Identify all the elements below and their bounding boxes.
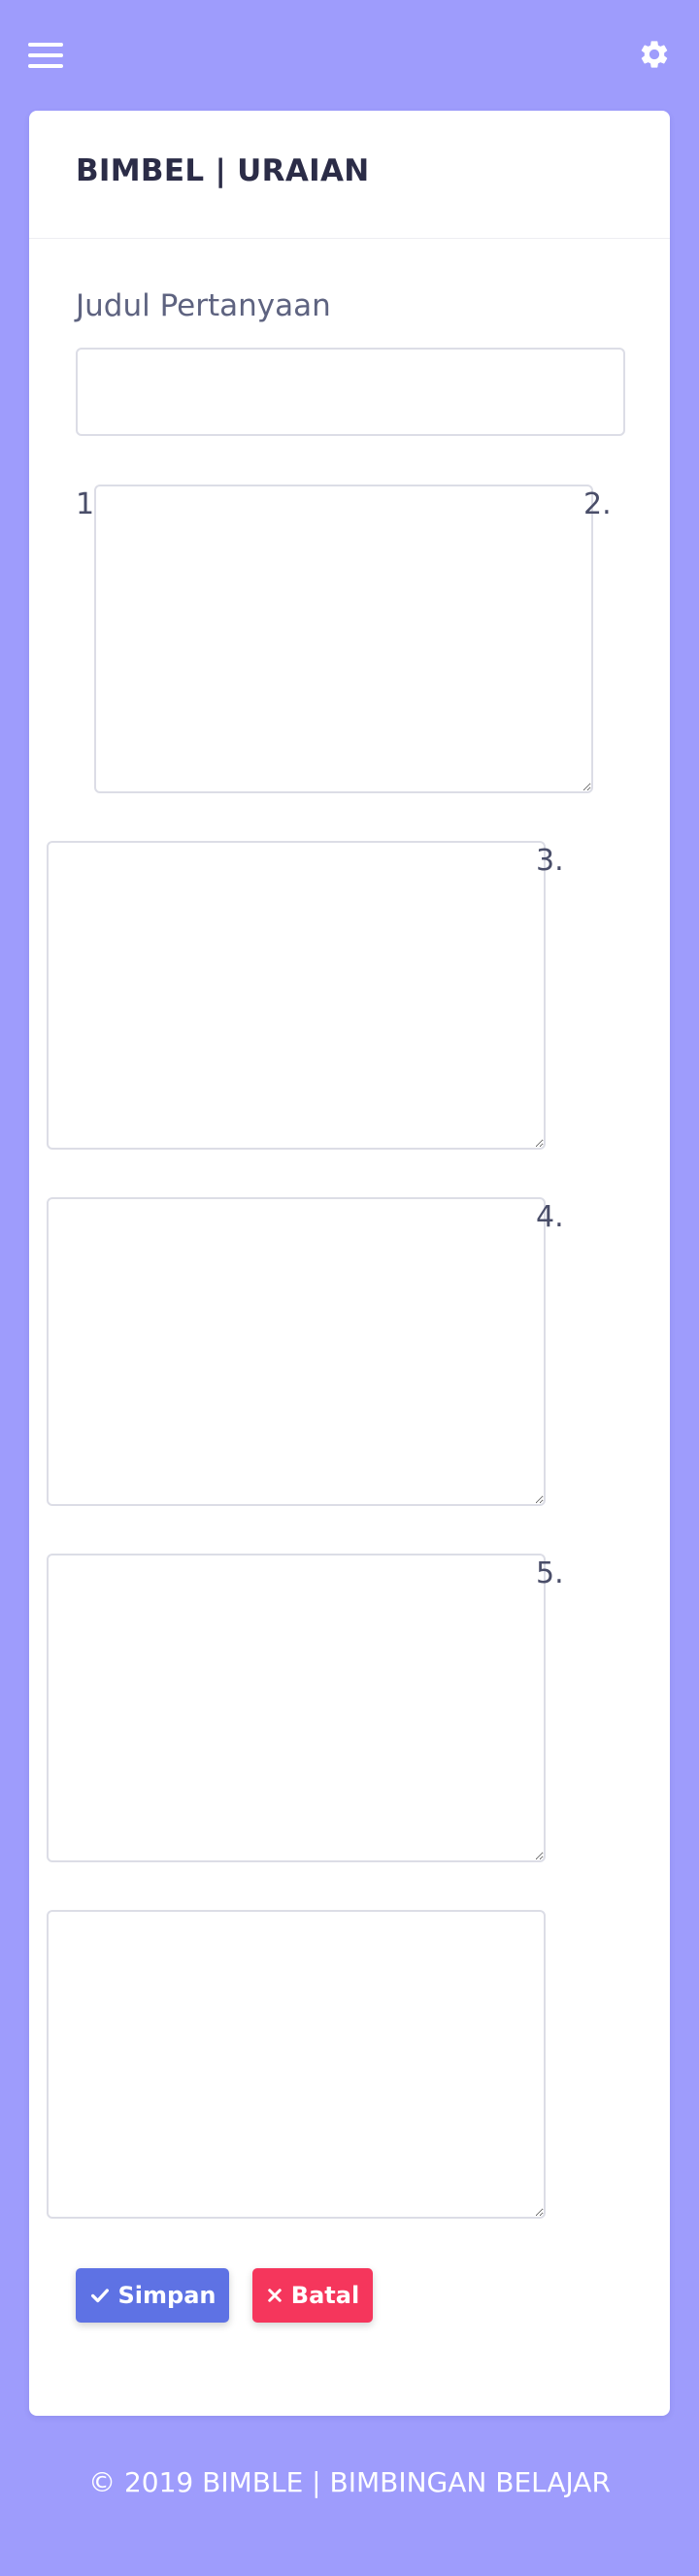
answer-textarea-1[interactable]	[94, 485, 593, 793]
question-title-label: Judul Pertanyaan	[76, 288, 331, 323]
answer-textarea-5[interactable]	[47, 1910, 546, 2219]
answer-textarea-3[interactable]	[47, 1197, 546, 1506]
answer-textarea-4[interactable]	[47, 1554, 546, 1862]
gear-icon[interactable]	[638, 38, 671, 71]
answer-number-3: 3.	[536, 844, 564, 878]
close-icon	[268, 2289, 282, 2302]
footer-copyright: © 2019 BIMBLE | BIMBINGAN BELAJAR	[88, 2466, 611, 2498]
card-header: BIMBEL | URAIAN	[29, 111, 670, 239]
answer-number-1: 1	[76, 487, 95, 521]
cancel-button-label: Batal	[290, 2282, 360, 2309]
question-title-input[interactable]	[76, 348, 625, 436]
form-card: BIMBEL | URAIAN Judul Pertanyaan 1 2. 3.…	[29, 111, 670, 2416]
cancel-button[interactable]: Batal	[252, 2268, 373, 2323]
save-button[interactable]: Simpan	[76, 2268, 229, 2323]
answer-number-5: 5.	[536, 1556, 564, 1590]
menu-icon[interactable]	[28, 43, 63, 68]
page-title: BIMBEL | URAIAN	[76, 153, 370, 188]
check-icon	[90, 2289, 109, 2303]
top-navbar	[0, 0, 699, 109]
answer-textarea-2[interactable]	[47, 841, 546, 1150]
answer-number-4: 4.	[536, 1200, 564, 1234]
save-button-label: Simpan	[117, 2282, 216, 2309]
answer-number-2: 2.	[583, 487, 612, 521]
